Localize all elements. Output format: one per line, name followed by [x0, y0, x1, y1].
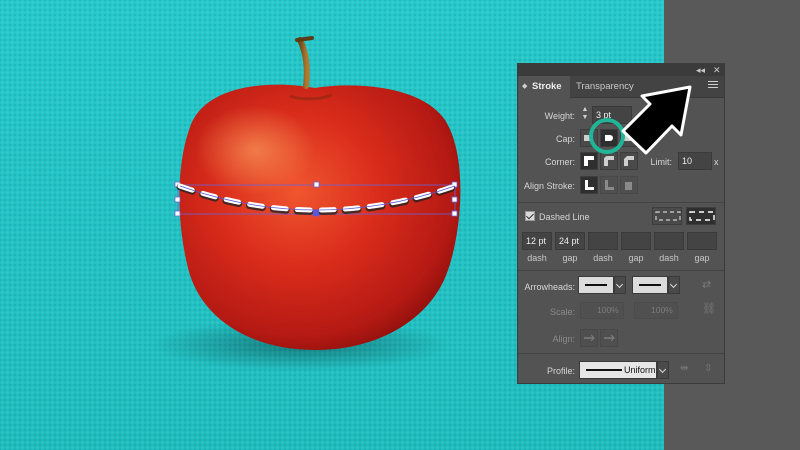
arrowhead-start-select[interactable] — [578, 276, 614, 294]
dash-align-corners-button[interactable] — [686, 207, 716, 225]
gap-field-1[interactable]: 24 pt — [555, 232, 585, 250]
profile-value: Uniform — [624, 365, 656, 375]
arrowhead-end-select[interactable] — [632, 276, 668, 294]
dash-field-2[interactable] — [588, 232, 618, 250]
limit-label: Limit: — [650, 157, 672, 167]
arrowhead-end-dropdown-icon[interactable] — [668, 276, 680, 294]
tab-stroke-label: Stroke — [532, 81, 562, 92]
weight-label: Weight: — [544, 111, 575, 121]
miter-join-button[interactable] — [580, 152, 598, 170]
limit-field[interactable]: 10 — [678, 152, 712, 170]
dash-label-1: dash — [527, 253, 547, 263]
divider — [518, 270, 724, 271]
round-cap-icon — [605, 135, 613, 141]
profile-label: Profile: — [546, 366, 575, 376]
profile-line-preview — [586, 369, 622, 371]
stroke-panel: ◂◂ ✕ ◆ Stroke Transparency Weight: ▲ ▼ 3 … — [517, 63, 725, 384]
divider — [518, 353, 724, 354]
projecting-cap-button[interactable] — [620, 129, 638, 147]
dashed-line-checkbox[interactable] — [525, 211, 535, 221]
tab-transparency-label: Transparency — [576, 81, 634, 92]
arrowheads-label: Arrowheads: — [524, 282, 575, 292]
align-label: Align: — [552, 334, 575, 344]
round-cap-button[interactable] — [600, 129, 618, 147]
collapse-icon[interactable]: ◂◂ — [696, 64, 705, 76]
handle-middle-right — [451, 196, 458, 203]
align-outside-button[interactable] — [620, 176, 638, 194]
dash-preserve-button[interactable] — [652, 207, 682, 225]
butt-cap-button[interactable] — [580, 129, 598, 147]
panel-tabs: ◆ Stroke Transparency — [518, 76, 724, 98]
dash-field-1[interactable]: 12 pt — [522, 232, 552, 250]
gap-label-2: gap — [628, 253, 644, 263]
arrowhead-start-dropdown-icon[interactable] — [614, 276, 626, 294]
flip-horizontal-icon[interactable]: ⇹ — [680, 363, 688, 374]
scale-end-field[interactable]: 100% — [634, 302, 678, 319]
align-inside-button[interactable] — [600, 176, 618, 194]
tab-stroke[interactable]: ◆ Stroke — [518, 76, 570, 98]
tab-transparency[interactable]: Transparency — [576, 76, 634, 98]
scale-start-field[interactable]: 100% — [580, 302, 624, 319]
swap-arrowheads-icon[interactable]: ⇄ — [702, 278, 711, 291]
gap-label-3: gap — [694, 253, 710, 263]
close-icon[interactable]: ✕ — [713, 64, 721, 76]
link-icon[interactable]: ⛓ — [702, 302, 716, 315]
limit-unit: x — [714, 157, 719, 167]
panel-titlebar[interactable]: ◂◂ ✕ — [518, 64, 724, 76]
profile-select[interactable]: Uniform — [579, 361, 657, 379]
dash-field-3[interactable] — [654, 232, 684, 250]
gap-field-2[interactable] — [621, 232, 651, 250]
gap-label-1: gap — [562, 253, 578, 263]
dashed-line-label: Dashed Line — [539, 212, 590, 222]
scale-label: Scale: — [549, 307, 575, 317]
cap-label: Cap: — [555, 134, 575, 144]
bevel-join-button[interactable] — [620, 152, 638, 170]
handle-bottom-left — [174, 210, 181, 217]
handle-bottom-right — [451, 210, 458, 217]
align-stroke-label: Align Stroke: — [523, 181, 575, 191]
dash-label-2: dash — [593, 253, 613, 263]
arrow-align-place-button[interactable] — [600, 329, 618, 347]
flip-vertical-icon[interactable]: ⇳ — [704, 363, 712, 374]
divider — [518, 202, 724, 203]
apple-image[interactable] — [179, 36, 461, 350]
expand-arrow-icon[interactable]: ◆ — [522, 76, 527, 98]
profile-dropdown-icon[interactable] — [657, 361, 669, 379]
anchor-point — [313, 210, 319, 216]
weight-stepper[interactable]: ▲ ▼ — [580, 106, 590, 124]
align-center-button[interactable] — [580, 176, 598, 194]
corner-label: Corner: — [544, 157, 575, 167]
handle-middle-left — [174, 196, 181, 203]
round-join-button[interactable] — [600, 152, 618, 170]
handle-top-middle — [313, 181, 320, 188]
panel-menu-icon[interactable] — [708, 81, 718, 90]
weight-field[interactable]: 3 pt — [592, 106, 632, 124]
gap-field-3[interactable] — [687, 232, 717, 250]
dash-label-3: dash — [659, 253, 679, 263]
arrow-align-extend-button[interactable] — [580, 329, 598, 347]
